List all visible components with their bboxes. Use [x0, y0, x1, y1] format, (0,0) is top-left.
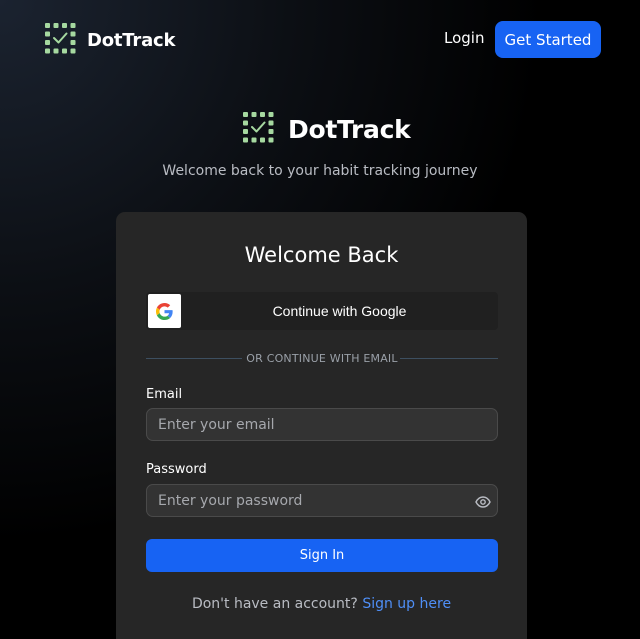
google-icon: [148, 294, 181, 328]
divider-line-right: [400, 358, 498, 359]
password-label: Password: [146, 462, 207, 477]
hero-brand-name: DotTrack: [288, 115, 411, 144]
dot-grid-check-icon: [243, 112, 274, 147]
divider: OR CONTINUE WITH EMAIL: [146, 352, 498, 366]
hero-brand: DotTrack: [243, 112, 411, 147]
email-label: Email: [146, 387, 183, 402]
google-button-label: Continue with Google: [272, 303, 407, 319]
signup-link[interactable]: Sign up here: [362, 596, 451, 612]
password-field[interactable]: [146, 484, 498, 517]
google-signin-button[interactable]: Continue with Google: [146, 292, 498, 330]
login-link[interactable]: Login: [444, 29, 484, 47]
brand-name: DotTrack: [87, 30, 176, 51]
signup-row: Don't have an account? Sign up here: [116, 596, 527, 612]
email-field[interactable]: [146, 408, 498, 441]
sign-in-button[interactable]: Sign In: [146, 539, 498, 572]
tagline: Welcome back to your habit tracking jour…: [162, 163, 478, 179]
dot-grid-check-icon: [45, 23, 76, 58]
eye-icon[interactable]: [475, 493, 491, 508]
signup-prompt: Don't have an account?: [191, 596, 363, 612]
login-card: Welcome Back Continue with Google OR CON…: [116, 212, 527, 639]
card-title: Welcome Back: [244, 243, 399, 267]
top-nav: DotTrack Login Get Started: [0, 0, 640, 80]
get-started-button[interactable]: Get Started: [495, 21, 601, 58]
header-brand[interactable]: DotTrack: [45, 23, 175, 58]
